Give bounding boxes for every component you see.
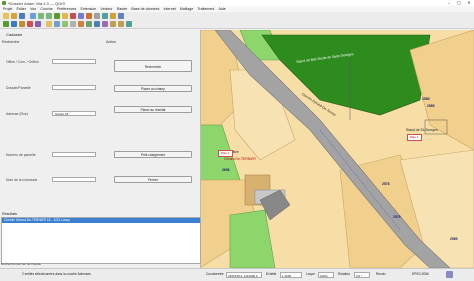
map-parcel-number: 2569 bbox=[450, 237, 458, 241]
magnifier-label: Loupe bbox=[306, 272, 315, 276]
delete-feature-icon[interactable] bbox=[78, 21, 84, 27]
section-actions: Action bbox=[106, 40, 116, 44]
add-wms-layer-icon[interactable] bbox=[27, 21, 33, 27]
map-plan-tag-b: Plan 1 bbox=[407, 134, 422, 141]
zoom-in-icon[interactable] bbox=[38, 13, 44, 19]
address-field[interactable]: Gérant 18 bbox=[52, 111, 96, 116]
cadastre-panel: Cadastre Recherche Action Office / Com. … bbox=[0, 30, 201, 268]
panel-status: Recherche par lien de Pacelle bbox=[1, 262, 42, 266]
map-plan-tag-a: Plan 1 bbox=[218, 150, 233, 157]
render-checkbox-label[interactable]: Rendu bbox=[376, 272, 385, 276]
close-panel-button[interactable]: Fermer bbox=[114, 176, 192, 183]
coordinate-label: Coordonnée bbox=[206, 272, 224, 276]
search-button[interactable]: Rechercher bbox=[114, 60, 192, 72]
add-csv-layer-icon[interactable] bbox=[35, 21, 41, 27]
magnifier-field[interactable]: 100% bbox=[318, 271, 334, 278]
crs-button[interactable]: EPSG:2056 bbox=[412, 272, 429, 276]
map-parcel-number: 2579 bbox=[393, 215, 401, 219]
attribute-table-icon[interactable] bbox=[86, 13, 92, 19]
map-canvas[interactable]: Stand de Bief-Roule de Saint-Georges Che… bbox=[200, 30, 474, 268]
status-message: 2 entités sélectionnées dans la couche A… bbox=[22, 272, 91, 276]
select-icon[interactable] bbox=[62, 13, 68, 19]
print-button[interactable]: Print chargement bbox=[114, 151, 192, 158]
add-raster-layer-icon[interactable] bbox=[11, 21, 17, 27]
label-dossier: Dossier/Parcellé bbox=[6, 86, 31, 90]
dossier-field[interactable] bbox=[52, 85, 96, 90]
label-icon[interactable] bbox=[102, 13, 108, 19]
label-commune: Nom de la commune bbox=[6, 178, 38, 182]
new-project-icon[interactable] bbox=[3, 13, 9, 19]
qgis-app-icon bbox=[2, 1, 6, 5]
save-edits-icon[interactable] bbox=[54, 21, 60, 27]
print-layout-icon[interactable] bbox=[94, 13, 100, 19]
map-parcel-number: 2565 bbox=[427, 104, 435, 108]
cut-feature-icon[interactable] bbox=[86, 21, 92, 27]
save-project-icon[interactable] bbox=[19, 13, 25, 19]
coordinate-field[interactable]: 2497239.3, 1113900.0 bbox=[226, 271, 262, 278]
pan-icon[interactable] bbox=[30, 13, 36, 19]
commune-field[interactable] bbox=[52, 177, 96, 182]
toggle-editing-icon[interactable] bbox=[46, 21, 52, 27]
map-label-owner: Gérard De-TERNIER bbox=[224, 157, 256, 161]
identify-icon[interactable] bbox=[70, 13, 76, 19]
map-label-stand-lower: Stand de St-Georges bbox=[406, 128, 438, 132]
map-parcel-number: 2578 bbox=[382, 182, 390, 186]
map-parcel-number: 2589 bbox=[422, 97, 430, 101]
label-office: Office / Com. / Griffon bbox=[6, 60, 39, 64]
window-title: *Dossier Adam Vila 4.0 — QGIS bbox=[8, 0, 66, 6]
add-database-layer-icon[interactable] bbox=[19, 21, 25, 27]
map-parcel-number: 2656 bbox=[222, 168, 230, 172]
section-search: Recherche bbox=[2, 40, 20, 44]
rotation-label: Rotation bbox=[338, 272, 350, 276]
toolbar-bottom bbox=[0, 20, 474, 29]
status-bar: 2 entités sélectionnées dans la couche A… bbox=[0, 268, 474, 281]
results-label: Résultats bbox=[2, 212, 17, 216]
copy-feature-icon[interactable] bbox=[94, 21, 100, 27]
label-parcel: Numéro de parcelle bbox=[6, 153, 36, 157]
vertex-tool-icon[interactable] bbox=[70, 21, 76, 27]
office-field[interactable] bbox=[52, 59, 96, 64]
place-right-button[interactable]: Placer au champ bbox=[114, 85, 192, 92]
messages-icon[interactable] bbox=[446, 271, 453, 278]
place-result-button[interactable]: Placer au résultat bbox=[114, 106, 192, 113]
scale-field[interactable]: 1:1000 bbox=[280, 271, 302, 278]
label-address: Adresse (Rue) bbox=[6, 112, 28, 116]
scale-label: Échelle bbox=[266, 272, 277, 276]
parcel-field[interactable] bbox=[52, 152, 96, 157]
add-feature-icon[interactable] bbox=[62, 21, 68, 27]
python-console-icon[interactable] bbox=[126, 21, 132, 27]
redo-icon[interactable] bbox=[118, 21, 124, 27]
result-row-selected[interactable]: Chemin Gérard-De-TERNIER 18 - 1213 Lancy bbox=[2, 218, 200, 223]
zoom-full-icon[interactable] bbox=[54, 13, 60, 19]
add-vector-layer-icon[interactable] bbox=[3, 21, 9, 27]
results-list[interactable]: Chemin Gérard-De-TERNIER 18 - 1213 Lancy bbox=[1, 217, 201, 264]
digitize-icon[interactable] bbox=[118, 13, 124, 19]
annotation-icon[interactable] bbox=[110, 13, 116, 19]
map-layers bbox=[200, 30, 474, 268]
rotation-field[interactable]: 0,0 ° bbox=[354, 271, 370, 278]
open-project-icon[interactable] bbox=[11, 13, 17, 19]
zoom-out-icon[interactable] bbox=[46, 13, 52, 19]
paste-feature-icon[interactable] bbox=[102, 21, 108, 27]
undo-icon[interactable] bbox=[110, 21, 116, 27]
measure-icon[interactable] bbox=[78, 13, 84, 19]
panel-title: Cadastre bbox=[6, 32, 23, 37]
